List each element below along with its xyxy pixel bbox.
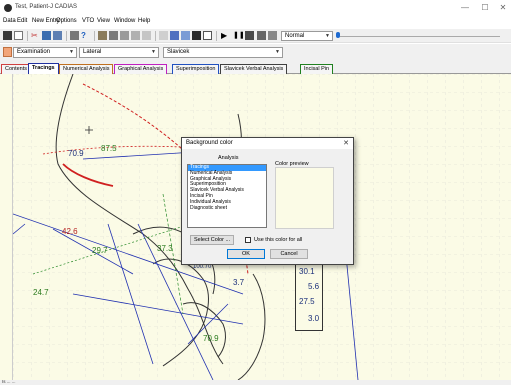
status-bar: Is ... ... <box>0 379 511 385</box>
use-for-all-label: Use this color for all <box>254 237 303 243</box>
analysis-select[interactable]: Slavicek ▼ <box>163 47 283 58</box>
tab-superimposition[interactable]: Superimposition <box>172 64 220 74</box>
paste-icon[interactable] <box>53 31 62 40</box>
measurement-label: 29.7 <box>92 246 108 255</box>
measurement-label: 30.1 <box>299 267 315 276</box>
layers-icon[interactable] <box>181 31 190 40</box>
toolbar-separator <box>94 31 95 41</box>
status-text: Is ... ... <box>2 379 16 384</box>
close-icon[interactable]: ✕ <box>343 139 349 148</box>
view-mode-select[interactable]: Normal ▼ <box>281 31 333 41</box>
measure-tool-icon[interactable] <box>120 31 129 40</box>
menu-vto[interactable]: VTO <box>82 18 94 24</box>
measurement-label: 87.5 <box>101 144 117 153</box>
print-icon[interactable] <box>70 31 79 40</box>
toolbar-separator <box>216 31 217 41</box>
view-mode-value: Normal <box>285 33 305 39</box>
chevron-down-icon: ▼ <box>275 49 280 55</box>
menu-edit[interactable]: Edit <box>17 18 27 24</box>
projection-value: Lateral <box>83 49 102 55</box>
slider-thumb[interactable] <box>336 32 340 38</box>
tab-incisal-pin[interactable]: Incisal Pin <box>300 64 334 74</box>
menu-bar: Data Edit New Entry Options VTO View Win… <box>0 16 511 28</box>
color-preview-box <box>275 167 334 229</box>
use-for-all-checkbox[interactable] <box>245 237 251 243</box>
digitize-icon[interactable] <box>98 31 107 40</box>
analysis-label: Analysis <box>218 155 239 161</box>
menu-options[interactable]: Options <box>56 18 77 24</box>
measurement-label: 3.7 <box>233 278 245 287</box>
main-toolbar: ✂ ? ▶ ❚❚ Normal ▼ <box>0 29 511 43</box>
ruler-icon[interactable] <box>131 31 140 40</box>
tab-slavicek-verbal-analysis[interactable]: Slavicek Verbal Analysis <box>220 64 288 74</box>
menu-help[interactable]: Help <box>138 18 150 24</box>
play-icon[interactable]: ▶ <box>221 31 230 40</box>
maximize-icon[interactable]: ☐ <box>478 3 492 13</box>
toolbar-separator <box>155 31 156 41</box>
examination-value: Examination <box>17 49 51 55</box>
background-color-dialog: Background color ✕ Analysis Color previe… <box>181 137 354 265</box>
measurement-label: 42.6 <box>62 227 78 236</box>
dialog-title-bar: Background color ✕ <box>182 138 353 149</box>
dialog-title: Background color <box>186 140 233 146</box>
chevron-down-icon: ▼ <box>151 49 156 55</box>
window-title: Test, Patient-J CADIAS <box>15 4 78 10</box>
stop-icon[interactable] <box>245 31 254 40</box>
cut-icon[interactable]: ✂ <box>31 31 40 40</box>
superimpose-icon[interactable] <box>159 31 168 40</box>
zoom-slider-track[interactable] <box>340 36 500 37</box>
copy-icon[interactable] <box>42 31 51 40</box>
select-color-button[interactable]: Select Color ... <box>190 235 234 245</box>
pause-icon[interactable]: ❚❚ <box>233 31 245 40</box>
minimize-icon[interactable]: — <box>458 3 472 13</box>
measurement-label: 24.7 <box>33 288 49 297</box>
title-bar: Test, Patient-J CADIAS — ☐ ✕ <box>0 0 511 16</box>
analysis-listbox[interactable]: Tracings Numerical Analysis Graphical An… <box>187 164 267 228</box>
measurement-panel: 30.1 5.6 27.5 3.0 <box>295 263 323 331</box>
close-window-icon[interactable]: ✕ <box>496 3 510 13</box>
save-icon[interactable] <box>3 31 12 40</box>
measurement-label: 3.0 <box>308 314 320 323</box>
measurement-label: 27.5 <box>299 297 315 306</box>
angle-icon[interactable] <box>142 31 151 40</box>
menu-data[interactable]: Data <box>3 18 16 24</box>
settings-icon[interactable] <box>268 31 277 40</box>
list-item[interactable]: Diagnostic sheet <box>188 205 266 212</box>
examination-select[interactable]: Examination ▼ <box>13 47 77 58</box>
ok-button[interactable]: OK <box>227 249 265 259</box>
selection-toolbar: Examination ▼ Lateral ▼ Slavicek ▼ <box>0 44 511 62</box>
analysis-value: Slavicek <box>167 49 190 55</box>
menu-window[interactable]: Window <box>114 18 135 24</box>
image-icon[interactable] <box>192 31 201 40</box>
menu-view[interactable]: View <box>97 18 110 24</box>
left-ruler <box>0 74 13 380</box>
analysis-tabs: Contents Tracings Numerical Analysis Gra… <box>0 62 511 74</box>
measurement-label: 70.9 <box>203 334 219 343</box>
tab-numerical-analysis[interactable]: Numerical Analysis <box>59 64 114 74</box>
measurement-label: 5.6 <box>308 282 320 291</box>
tab-tracings[interactable]: Tracings <box>28 63 59 74</box>
chevron-down-icon: ▼ <box>69 49 74 55</box>
toolbar-separator <box>27 31 28 41</box>
measurement-label: 37.3 <box>157 244 173 253</box>
measurement-label: 70.9 <box>68 149 84 158</box>
new-document-icon[interactable] <box>14 31 23 40</box>
tab-contents[interactable]: Contents <box>1 64 32 74</box>
projection-select[interactable]: Lateral ▼ <box>79 47 159 58</box>
help-icon[interactable]: ? <box>81 31 90 40</box>
tracing-tool-icon[interactable] <box>109 31 118 40</box>
app-icon <box>4 4 12 12</box>
cancel-button[interactable]: Cancel <box>270 249 308 259</box>
grid-icon[interactable] <box>170 31 179 40</box>
toolbar-separator <box>66 31 67 41</box>
zoom-icon[interactable] <box>203 31 212 40</box>
patient-color-icon <box>3 47 12 57</box>
chevron-down-icon: ▼ <box>325 33 330 39</box>
record-icon[interactable] <box>257 31 266 40</box>
tab-graphical-analysis[interactable]: Graphical Analysis <box>114 64 168 74</box>
